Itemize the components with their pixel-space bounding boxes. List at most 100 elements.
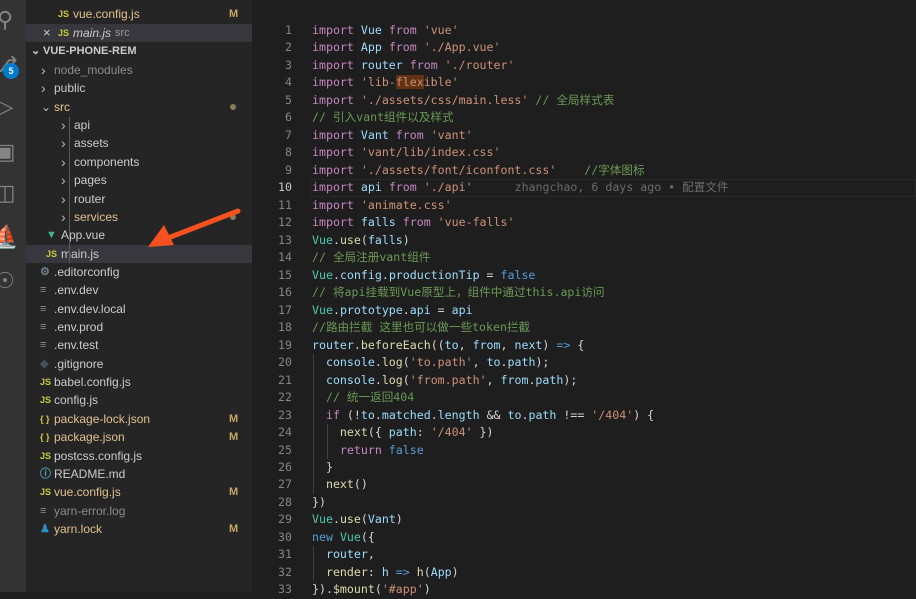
code-line[interactable]: next({ path: '/404' }): [312, 424, 494, 442]
code-token: :: [416, 425, 431, 440]
code-line[interactable]: router.beforeEach((to, from, next) => {: [312, 337, 584, 355]
line-number: 28: [278, 494, 292, 509]
code-token: from: [409, 57, 438, 72]
explorer-item[interactable]: › pages: [26, 171, 252, 189]
code-token: (: [423, 564, 431, 579]
code-token: ,: [472, 355, 487, 370]
code-token: './router': [444, 57, 515, 72]
code-line[interactable]: // 全局注册vant组件: [312, 249, 430, 267]
explorer-item[interactable]: { } package-lock.json M: [26, 410, 252, 428]
code-token: (!: [339, 407, 361, 422]
code-line[interactable]: Vue.config.productionTip = false: [312, 267, 535, 285]
code-token: // 引入vant组件以及样式: [312, 110, 454, 125]
explorer-item[interactable]: › assets: [26, 134, 252, 152]
code-line[interactable]: import api from './api' zhangchao, 6 days…: [312, 179, 729, 197]
explorer-item[interactable]: JS postcss.config.js: [26, 447, 252, 465]
explorer-item[interactable]: ⓘ README.md: [26, 465, 252, 483]
code-line[interactable]: Vue.prototype.api = api: [312, 302, 473, 320]
explorer-item[interactable]: › public: [26, 79, 252, 97]
text-file-icon: ≡: [40, 504, 47, 517]
code-line[interactable]: }).$mount('#app'): [312, 581, 431, 599]
code-token: import: [312, 75, 354, 90]
explorer-item[interactable]: ♟ yarn.lock M: [26, 520, 252, 538]
code-line[interactable]: // 引入vant组件以及样式: [312, 109, 454, 127]
code-line[interactable]: }): [312, 494, 326, 512]
explorer-item[interactable]: ≡ .env.prod: [26, 318, 252, 336]
explorer-item[interactable]: › api: [26, 116, 252, 134]
code-token: config: [339, 267, 382, 282]
explorer-item[interactable]: ≡ .env.dev.local: [26, 300, 252, 318]
code-line[interactable]: // 将api挂载到Vue原型上，组件中通过this.api访问: [312, 284, 605, 302]
code-line[interactable]: //路由拦截 这里也可以做一些token拦截: [312, 319, 530, 337]
code-token: Vue: [312, 512, 333, 527]
explorer-item[interactable]: ≡ .env.test: [26, 336, 252, 354]
code-token: (: [360, 232, 368, 247]
explorer-item[interactable]: JS vue.config.js M: [26, 483, 252, 501]
line-number: 26: [278, 460, 292, 474]
code-line[interactable]: import './assets/font/iconfont.css' //字体…: [312, 162, 645, 180]
item-label: config.js: [54, 393, 99, 408]
explorer-item[interactable]: ⚙ .editorconfig: [26, 263, 252, 281]
explorer-item[interactable]: ◆ .gitignore: [26, 355, 252, 373]
open-editor-vue-config[interactable]: JS vue.config.js M: [26, 5, 252, 23]
git-graph-icon[interactable]: ☉: [0, 266, 20, 296]
explorer-item[interactable]: JS babel.config.js: [26, 373, 252, 391]
indent-guide: [313, 459, 314, 477]
code-line[interactable]: }: [312, 459, 333, 477]
explorer-item[interactable]: JS config.js: [26, 391, 252, 409]
code-line[interactable]: import 'animate.css': [312, 197, 452, 215]
code-line[interactable]: Vue.use(Vant): [312, 511, 403, 529]
code-line[interactable]: import router from './router': [312, 57, 514, 75]
explorer-item[interactable]: › components: [26, 153, 252, 171]
code-line[interactable]: render: h => h(App): [312, 564, 459, 582]
code-line[interactable]: console.log('from.path', from.path);: [312, 372, 577, 390]
code-line[interactable]: return false: [312, 442, 424, 460]
explorer-item[interactable]: { } package.json M: [26, 428, 252, 446]
code-line[interactable]: next(): [312, 476, 368, 494]
code-token: // 统一返回404: [325, 390, 415, 405]
code-line[interactable]: Vue.use(falls): [312, 232, 410, 250]
open-editor-main-js[interactable]: × JS main.js src: [26, 24, 252, 42]
code-line[interactable]: import Vue from 'vue': [312, 22, 459, 40]
explorer-item[interactable]: ≡ yarn-error.log: [26, 502, 252, 520]
line-number: 4: [285, 75, 292, 90]
code-token: import: [312, 180, 354, 195]
item-label: babel.config.js: [54, 375, 131, 390]
docker-icon[interactable]: ⛵: [0, 222, 20, 252]
code-token: ): [451, 564, 459, 579]
code-line[interactable]: import 'lib-flexible': [312, 74, 459, 92]
code-line[interactable]: console.log('to.path', to.path);: [312, 354, 549, 372]
code-token: next: [325, 477, 354, 492]
extensions-icon[interactable]: ◫: [0, 178, 20, 208]
indent-guide: [313, 546, 314, 564]
code-line[interactable]: import './assets/css/main.less' // 全局样式表: [312, 92, 614, 110]
code-line[interactable]: import App from './App.vue': [312, 39, 501, 57]
remote-explorer-icon[interactable]: ▣: [0, 137, 20, 167]
code-line[interactable]: if (!to.matched.length && to.path !== '/…: [312, 407, 654, 425]
explorer-item[interactable]: ≡ .env.dev: [26, 281, 252, 299]
explorer-item[interactable]: › node_modules: [26, 61, 252, 79]
code-line[interactable]: import falls from 'vue-falls': [312, 214, 514, 232]
explorer-item[interactable]: ⌄ src: [26, 98, 252, 116]
code-line[interactable]: router,: [312, 546, 375, 564]
code-line[interactable]: import 'vant/lib/index.css': [312, 144, 500, 162]
run-debug-icon[interactable]: ▷: [0, 92, 20, 122]
code-editor[interactable]: 1 import Vue from 'vue' 2 import App from '…: [252, 0, 916, 596]
code-token: // 全局样式表: [535, 92, 615, 107]
search-icon[interactable]: ⚲: [0, 5, 20, 35]
explorer-root[interactable]: ⌄ VUE-PHONE-REM: [26, 42, 252, 60]
code-token: import: [312, 162, 354, 177]
close-icon[interactable]: ×: [43, 24, 51, 42]
code-token: import: [312, 40, 354, 55]
code-line[interactable]: import Vant from 'vant': [312, 127, 473, 145]
code-line[interactable]: // 统一返回404: [312, 389, 414, 407]
code-line[interactable]: new Vue({: [312, 529, 375, 547]
code-token: Vue: [360, 23, 382, 37]
